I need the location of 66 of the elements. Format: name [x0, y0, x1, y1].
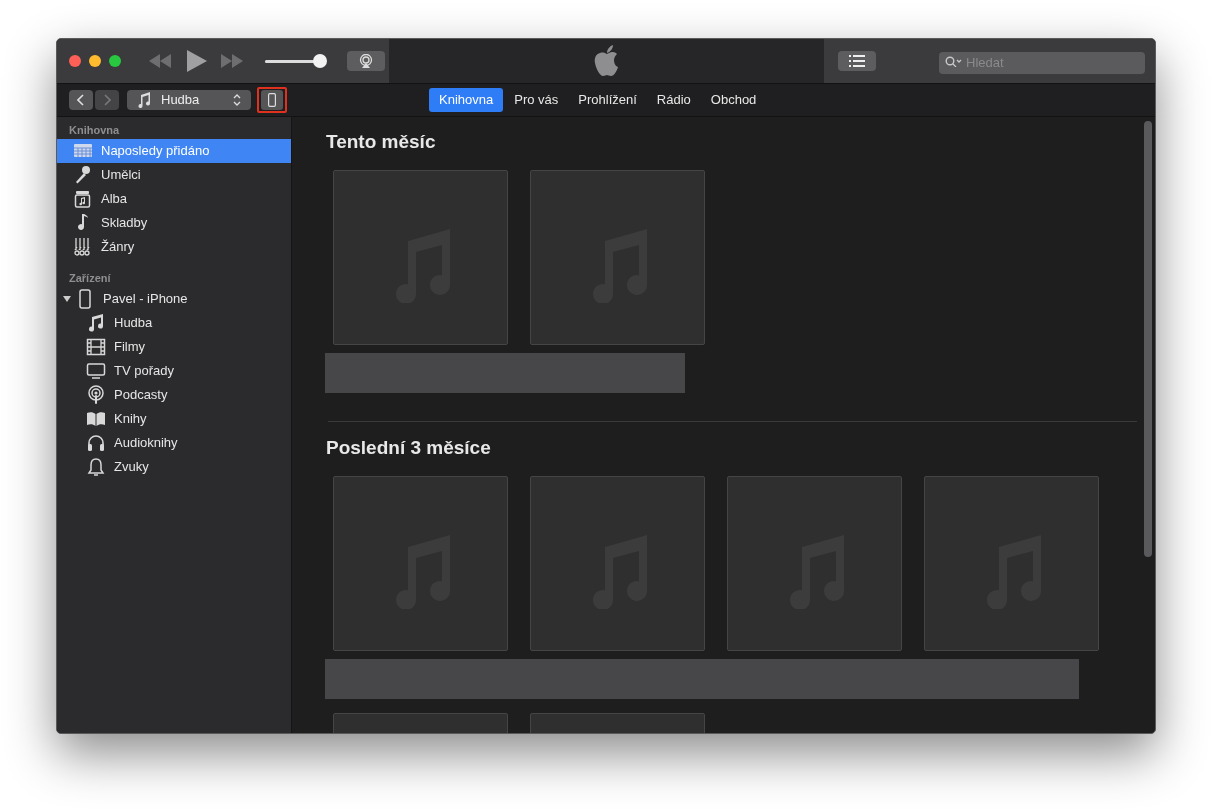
- sidebar-label: Umělci: [101, 166, 141, 185]
- bell-icon: [86, 457, 106, 477]
- sidebar-item[interactable]: Audioknihy: [57, 431, 291, 455]
- open-book-icon: [86, 409, 106, 429]
- airplay-icon: [358, 54, 374, 68]
- sidebar-item[interactable]: Pavel - iPhone: [57, 287, 291, 311]
- nav-tab[interactable]: Knihovna: [429, 88, 504, 112]
- sidebar-item[interactable]: Podcasty: [57, 383, 291, 407]
- section-title: Poslední 3 měsíce: [326, 436, 492, 460]
- film-icon: [86, 337, 106, 357]
- sidebar-item[interactable]: Umělci: [57, 163, 291, 187]
- list-icon: [849, 55, 865, 67]
- sidebar-item[interactable]: Alba: [57, 187, 291, 211]
- sidebar-label: Podcasty: [114, 386, 168, 405]
- sidebar-label: Skladby: [101, 214, 148, 233]
- sidebar-heading: Zařízení: [68, 270, 112, 286]
- sidebar-item[interactable]: Filmy: [57, 335, 291, 359]
- fast-forward-icon[interactable]: [221, 54, 243, 68]
- apple-logo-icon: [593, 45, 620, 77]
- media-type-picker[interactable]: Hudba: [127, 90, 251, 110]
- airplay-button[interactable]: [347, 51, 385, 71]
- nav-tab[interactable]: Obchod: [701, 88, 766, 112]
- sidebar-item[interactable]: TV pořady: [57, 359, 291, 383]
- headphones-icon: [86, 433, 106, 453]
- device-button[interactable]: [257, 87, 287, 113]
- minimize-button[interactable]: [89, 55, 101, 67]
- microphone-icon: [73, 165, 93, 185]
- zoom-button[interactable]: [109, 55, 121, 67]
- sidebar-heading: Knihovna: [68, 122, 121, 138]
- sidebar-label: Filmy: [114, 338, 146, 357]
- sidebar-label: Knihy: [114, 410, 147, 429]
- close-button[interactable]: [69, 55, 81, 67]
- album-icon: [73, 189, 93, 209]
- section-title: Tento měsíc: [326, 130, 437, 154]
- sidebar-label: TV pořady: [114, 362, 174, 381]
- sidebar-label: Žánry: [101, 238, 135, 257]
- sidebar-label: Zvuky: [114, 458, 149, 477]
- music-note-icon: [86, 313, 106, 333]
- nav-tab[interactable]: Pro vás: [505, 88, 568, 112]
- sidebar-item[interactable]: Žánry: [57, 235, 291, 259]
- list-view-button[interactable]: [838, 51, 876, 71]
- nav-tab[interactable]: Rádio: [647, 88, 700, 112]
- sidebar-label: Pavel - iPhone: [103, 290, 188, 309]
- sidebar-label: Alba: [101, 190, 128, 209]
- tv-icon: [86, 361, 106, 381]
- nav-tab[interactable]: Prohlížení: [569, 88, 646, 112]
- disclosure-triangle-icon[interactable]: [63, 295, 71, 303]
- sidebar-label: Hudba: [114, 314, 153, 333]
- back-button[interactable]: [69, 90, 93, 110]
- genre-instruments-icon: [73, 237, 93, 257]
- play-icon[interactable]: [187, 50, 207, 72]
- sidebar-item[interactable]: Naposledy přidáno: [57, 139, 291, 163]
- sidebar-item[interactable]: Knihy: [57, 407, 291, 431]
- podcast-icon: [86, 385, 106, 405]
- chevron-right-icon: [103, 94, 111, 106]
- scrollbar[interactable]: [1144, 121, 1152, 557]
- sidebar-label: Audioknihy: [114, 434, 178, 453]
- sidebar-item[interactable]: Skladby: [57, 211, 291, 235]
- sidebar-item[interactable]: Zvuky: [57, 455, 291, 479]
- sidebar-item[interactable]: Hudba: [57, 311, 291, 335]
- music-note-icon: [137, 92, 151, 108]
- phone-icon: [268, 93, 276, 107]
- rewind-icon[interactable]: [149, 54, 171, 68]
- chevron-left-icon: [77, 94, 85, 106]
- sidebar-label: Naposledy přidáno: [101, 142, 210, 161]
- up-down-chevron-icon: [233, 94, 241, 106]
